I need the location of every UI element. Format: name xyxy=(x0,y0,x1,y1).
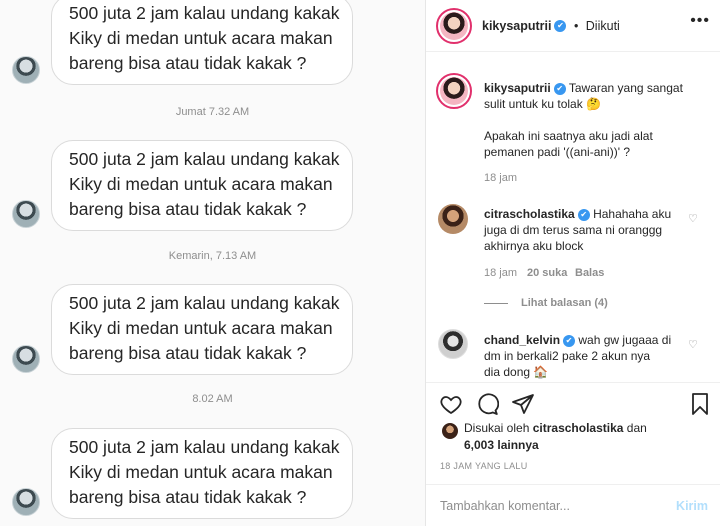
message-line: bareng bisa atau tidak kakak ? xyxy=(69,343,307,363)
caption-text: pemanen padi '((ani-ani))' ? xyxy=(484,145,630,159)
caption-text: sulit untuk ku tolak 🤔 xyxy=(484,97,601,111)
liker-avatar[interactable] xyxy=(442,423,458,439)
verified-icon: ✔ xyxy=(554,19,567,32)
verified-icon: ✔ xyxy=(563,334,576,347)
comment-input[interactable] xyxy=(440,495,660,517)
liked-by-and: dan xyxy=(626,421,647,435)
post-panel: kikysaputrii ✔ • Diikuti ••• kikysaputrii… xyxy=(426,0,720,526)
more-icon[interactable]: ••• xyxy=(690,12,710,30)
comment-text: akhirnya aku block xyxy=(484,239,584,253)
caption-avatar[interactable] xyxy=(436,73,472,109)
header-user: kikysaputrii ✔ • Diikuti xyxy=(482,17,620,35)
dm-thread[interactable]: 500 juta 2 jam kalau undang kakak Kiky d… xyxy=(0,0,425,526)
comment-text: dm in berkali2 pake 2 akun nya xyxy=(484,349,651,363)
bookmark-icon[interactable] xyxy=(688,392,712,416)
comment-username[interactable]: citrascholastika xyxy=(484,207,575,221)
replies-line xyxy=(484,303,508,304)
separator: • xyxy=(573,19,579,33)
message-line: Kiky di medan untuk acara makan xyxy=(69,318,333,338)
caption: kikysaputrii ✔ Tawaran yang sangat sulit … xyxy=(484,80,712,160)
sender-avatar[interactable] xyxy=(12,56,40,84)
share-icon[interactable] xyxy=(511,392,535,416)
message-timestamp: 8.02 AM xyxy=(192,393,233,405)
view-replies-button[interactable]: Lihat balasan (4) xyxy=(521,297,608,309)
post-header: kikysaputrii ✔ • Diikuti ••• xyxy=(426,0,720,52)
message-line: 500 juta 2 jam kalau undang kakak xyxy=(69,149,340,169)
message-line: bareng bisa atau tidak kakak ? xyxy=(69,487,307,507)
message-bubble[interactable]: 500 juta 2 jam kalau undang kakak Kiky d… xyxy=(51,0,353,85)
comment-form: Kirim xyxy=(426,484,720,526)
comment: citrascholastika ✔ Hahahaha aku juga di d… xyxy=(484,206,694,254)
sender-avatar[interactable] xyxy=(12,345,40,373)
comment: chand_kelvin ✔ wah gw jugaaa di dm in ber… xyxy=(484,332,694,380)
message-timestamp: Jumat 7.32 AM xyxy=(175,106,250,118)
follow-status[interactable]: Diikuti xyxy=(586,19,620,33)
message-line: Kiky di medan untuk acara makan xyxy=(69,174,333,194)
likes-count[interactable]: 6,003 lainnya xyxy=(464,438,539,452)
message-timestamp: Kemarin, 7.13 AM xyxy=(168,250,257,262)
verified-icon: ✔ xyxy=(577,208,590,221)
message-bubble[interactable]: 500 juta 2 jam kalau undang kakak Kiky d… xyxy=(51,140,353,231)
verified-icon: ✔ xyxy=(553,82,566,95)
comment-text: juga di dm terus sama ni oranggg xyxy=(484,223,663,237)
comment-text: Hahahaha aku xyxy=(593,207,672,221)
sender-avatar[interactable] xyxy=(12,200,40,228)
message-line: 500 juta 2 jam kalau undang kakak xyxy=(69,293,340,313)
caption-text: Apakah ini saatnya aku jadi alat xyxy=(484,129,653,143)
message-bubble[interactable]: 500 juta 2 jam kalau undang kakak Kiky d… xyxy=(51,428,353,519)
liker-username[interactable]: citrascholastika xyxy=(533,421,624,435)
heart-icon[interactable] xyxy=(439,392,463,416)
commenter-avatar[interactable] xyxy=(438,329,468,359)
commenter-avatar[interactable] xyxy=(438,204,468,234)
message-line: Kiky di medan untuk acara makan xyxy=(69,462,333,482)
comment-time: 18 jam xyxy=(484,267,518,279)
comment-heart-icon[interactable]: ♡ xyxy=(688,214,698,225)
liked-by-prefix: Disukai oleh xyxy=(464,421,530,435)
author-avatar[interactable] xyxy=(436,8,472,44)
reply-button[interactable]: Balas xyxy=(575,267,604,279)
comment-likes[interactable]: 20 suka xyxy=(527,267,567,279)
action-bar xyxy=(426,382,720,422)
post-time-ago[interactable]: 18 JAM YANG LALU xyxy=(440,461,528,471)
sender-avatar[interactable] xyxy=(12,488,40,516)
message-bubble[interactable]: 500 juta 2 jam kalau undang kakak Kiky d… xyxy=(51,284,353,375)
comment-icon[interactable] xyxy=(475,392,499,416)
caption-text: Tawaran yang sangat xyxy=(568,81,683,95)
liked-by: Disukai oleh citrascholastika dan 6,003 … xyxy=(464,420,647,454)
comments-section[interactable]: kikysaputrii ✔ Tawaran yang sangat sulit … xyxy=(426,52,720,382)
comment-heart-icon[interactable]: ♡ xyxy=(688,340,698,351)
post-comment-button[interactable]: Kirim xyxy=(676,499,708,513)
message-line: 500 juta 2 jam kalau undang kakak xyxy=(69,3,340,23)
message-line: bareng bisa atau tidak kakak ? xyxy=(69,53,307,73)
caption-username[interactable]: kikysaputrii xyxy=(484,81,551,95)
comment-text: dia dong 🏠 xyxy=(484,365,549,379)
message-line: bareng bisa atau tidak kakak ? xyxy=(69,199,307,219)
comment-username[interactable]: chand_kelvin xyxy=(484,333,560,347)
comment-text: wah gw jugaaa di xyxy=(578,333,672,347)
author-username[interactable]: kikysaputrii xyxy=(482,19,551,33)
message-line: 500 juta 2 jam kalau undang kakak xyxy=(69,437,340,457)
message-line: Kiky di medan untuk acara makan xyxy=(69,28,333,48)
caption-time: 18 jam xyxy=(484,172,518,184)
